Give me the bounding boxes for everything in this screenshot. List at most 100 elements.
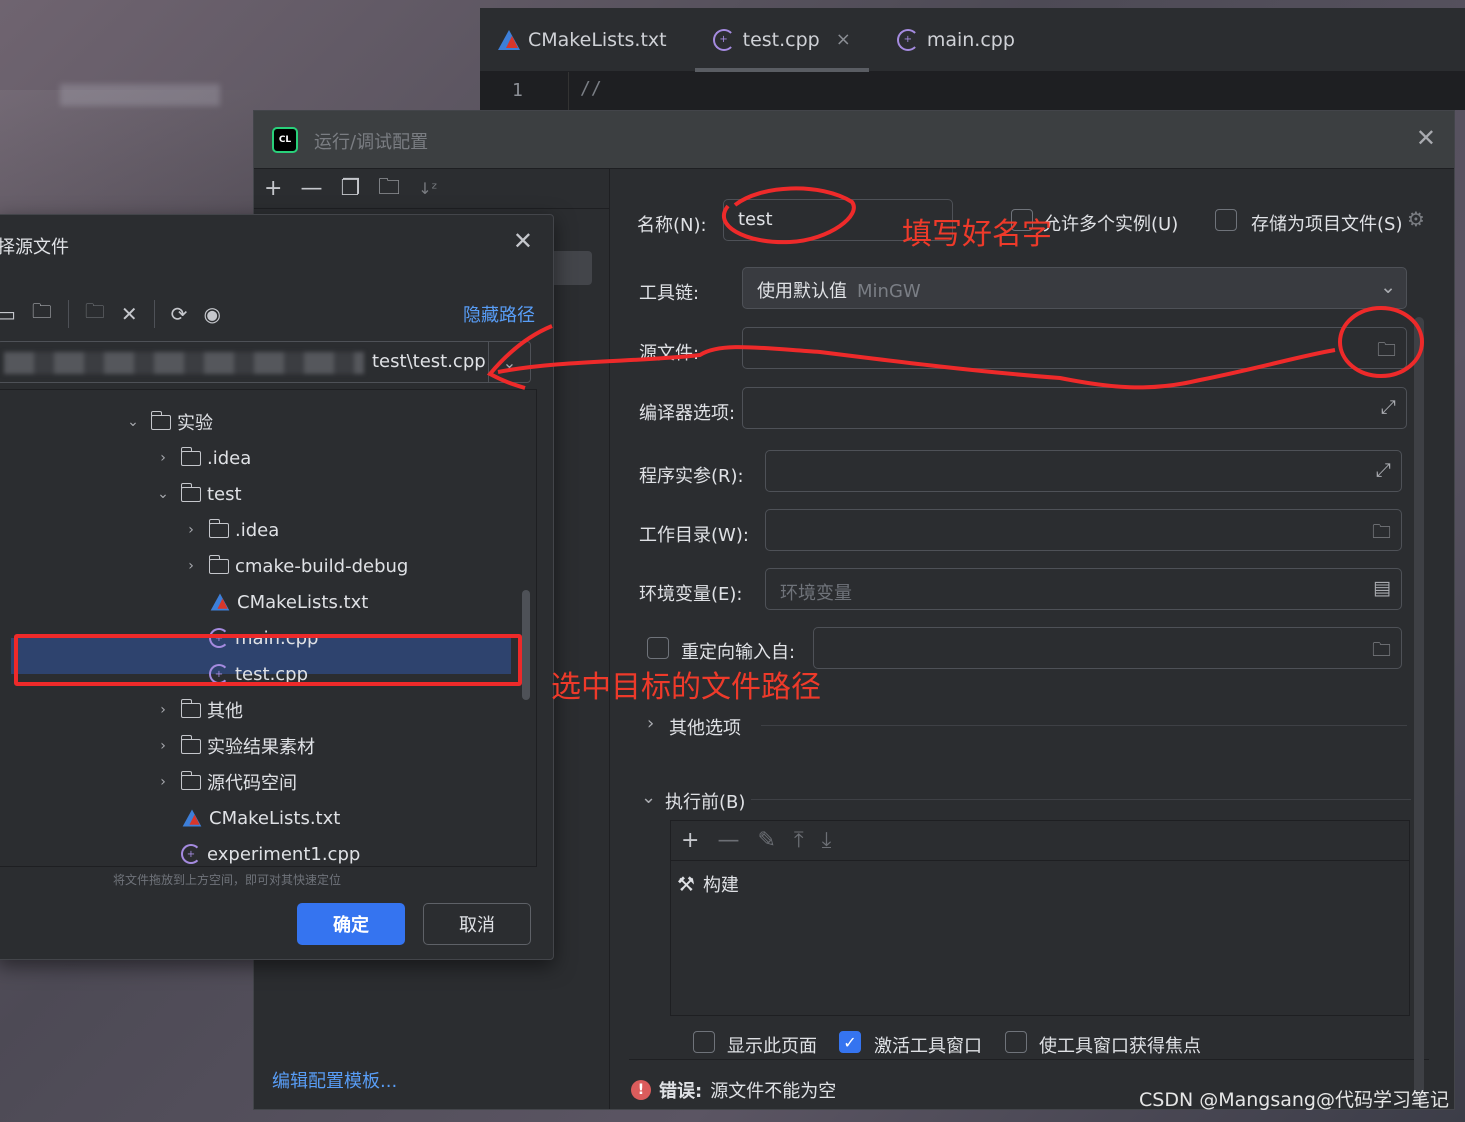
file-chooser-toolbar: ▭ 🗀 🗀 ✕ ⟳ ◉ [0,297,221,331]
folder-browse-icon[interactable]: 🗀 [1377,336,1396,368]
program-args-input[interactable]: ⤢ [765,450,1402,492]
copy-icon[interactable]: ❐ [340,176,360,201]
chevron-down-icon[interactable]: ⌄ [641,787,656,808]
activate-window-checkbox[interactable]: ✓ [839,1031,861,1053]
compiler-options-label: 编译器选项: [639,403,736,424]
tree-item[interactable]: › cmake-build-debug [183,548,408,584]
other-options-toggle[interactable]: 其他选项 [669,714,741,740]
chevron-right-icon[interactable]: › [183,522,199,538]
move-down-icon[interactable]: ⤓ [822,828,832,853]
chevron-right-icon[interactable]: › [155,774,171,790]
refresh-icon[interactable]: ⟳ [171,302,188,326]
remove-task-icon[interactable]: — [717,828,739,853]
tree-item[interactable]: + experiment1.cpp [155,836,360,866]
add-task-icon[interactable]: + [681,828,699,853]
dialog-title-bar: CL 运行/调试配置 ✕ [254,111,1454,169]
sort-icon[interactable]: ↓ᶻ [418,179,437,198]
cpp-file-icon: + [181,844,201,864]
focus-window-checkbox[interactable] [1005,1031,1027,1053]
tab-main-cpp[interactable]: + main.cpp [896,8,1015,72]
tab-test-cpp[interactable]: + test.cpp × [694,8,870,72]
tree-item[interactable]: › 源代码空间 [155,764,297,800]
toolchain-select[interactable]: 使用默认值 MinGW ⌄ [742,267,1407,309]
expand-icon[interactable]: ⤢ [1376,459,1391,481]
tree-item[interactable]: › .idea [183,512,279,548]
move-up-icon[interactable]: ⤒ [794,828,804,853]
compiler-options-input[interactable]: ⤢ [742,387,1407,429]
project-folder-icon[interactable]: 🗀 [32,297,52,331]
gear-icon[interactable]: ⚙ [1407,207,1425,231]
divider [629,1059,1429,1060]
path-input[interactable]: test\test.cpp ⌄ [0,341,531,383]
folder-browse-icon[interactable]: 🗀 [1372,636,1391,668]
folder-icon [181,698,201,718]
tree-item[interactable]: › .idea [155,440,251,476]
close-icon[interactable]: ✕ [1416,124,1436,152]
remove-icon[interactable]: — [300,176,322,201]
tree-item[interactable]: ⌄ test [155,476,242,512]
close-tab-icon[interactable]: × [836,29,851,50]
hammer-icon: ⚒ [677,872,695,896]
add-icon[interactable]: + [264,176,282,201]
cancel-button[interactable]: 取消 [423,903,531,945]
env-vars-input[interactable]: 环境变量 ▤ [765,568,1402,610]
chevron-right-icon[interactable]: › [155,702,171,718]
ok-button[interactable]: 确定 [297,903,405,945]
redirect-input-field[interactable]: 🗀 [813,627,1402,669]
chevron-right-icon[interactable]: › [155,738,171,754]
chevron-right-icon[interactable]: › [155,450,171,466]
name-label: 名称(N): [637,215,707,236]
working-dir-label: 工作目录(W): [639,525,749,546]
new-folder-icon[interactable]: 🗀 [85,297,105,331]
annotation-select-path: 选中目标的文件路径 [551,670,821,705]
form-scrollbar[interactable] [1414,317,1424,1107]
edit-task-icon[interactable]: ✎ [757,828,775,853]
expand-icon[interactable]: ⤢ [1381,396,1396,418]
store-as-project-checkbox[interactable] [1215,209,1237,231]
chevron-down-icon[interactable]: ⌄ [155,486,171,502]
error-text: 源文件不能为空 [710,1081,837,1102]
chevron-down-icon[interactable]: ⌄ [125,414,141,430]
tree-item-label: 其他 [207,701,243,722]
path-history-dropdown[interactable]: ⌄ [488,342,530,382]
before-launch-tasks: + — ✎ ⤒ ⤓ ⚒ 构建 [670,820,1410,1016]
watermark: CSDN @Mangsang@代码学习笔记 [1139,1089,1449,1111]
annotation-fill-name: 填写好名字 [902,217,1052,252]
tab-cmakelists[interactable]: CMakeLists.txt [498,8,667,72]
tree-item[interactable]: › 其他 [155,692,243,728]
show-page-checkbox[interactable] [693,1031,715,1053]
desktop-icon[interactable]: ▭ [0,302,16,326]
selected-config-item[interactable] [550,251,592,285]
close-icon[interactable]: ✕ [513,227,533,255]
redirect-input-checkbox[interactable] [647,637,669,659]
tree-item-label: 源代码空间 [207,773,297,794]
chevron-right-icon[interactable]: › [183,558,199,574]
tree-item[interactable]: CMakeLists.txt [183,584,368,620]
tree-item[interactable]: ⌄ 实验 [125,404,213,440]
tree-item[interactable]: › 实验结果素材 [155,728,315,764]
cpp-file-icon: + [896,28,919,51]
focus-window-label: 使工具窗口获得焦点 [1039,1036,1201,1057]
toolbar-separator [67,300,69,328]
cpp-file-icon: + [712,28,735,51]
chevron-right-icon[interactable]: › [647,713,654,734]
task-item-build[interactable]: ⚒ 构建 [671,861,1409,897]
list-icon[interactable]: ▤ [1373,577,1391,599]
before-launch-toggle[interactable]: 执行前(B) [665,788,745,814]
tab-label: test.cpp [742,28,820,51]
folder-icon [151,410,171,430]
show-hidden-icon[interactable]: ◉ [203,302,220,326]
editor-area[interactable]: 1 // [480,72,1465,110]
edit-templates-link[interactable]: 编辑配置模板... [272,1067,397,1093]
env-vars-placeholder: 环境变量 [780,583,852,604]
hide-path-link[interactable]: 隐藏路径 [463,301,535,327]
working-dir-input[interactable]: 🗀 [765,509,1402,551]
tree-scrollbar[interactable] [522,590,530,700]
code-line: // [580,78,602,99]
folder-browse-icon[interactable]: 🗀 [1372,518,1391,550]
tree-item-label: 实验 [177,413,213,434]
new-folder-icon[interactable]: 🗀 [378,170,400,208]
source-file-input[interactable]: 🗀 [742,327,1407,369]
tree-item[interactable]: CMakeLists.txt [155,800,340,836]
delete-icon[interactable]: ✕ [121,302,138,326]
